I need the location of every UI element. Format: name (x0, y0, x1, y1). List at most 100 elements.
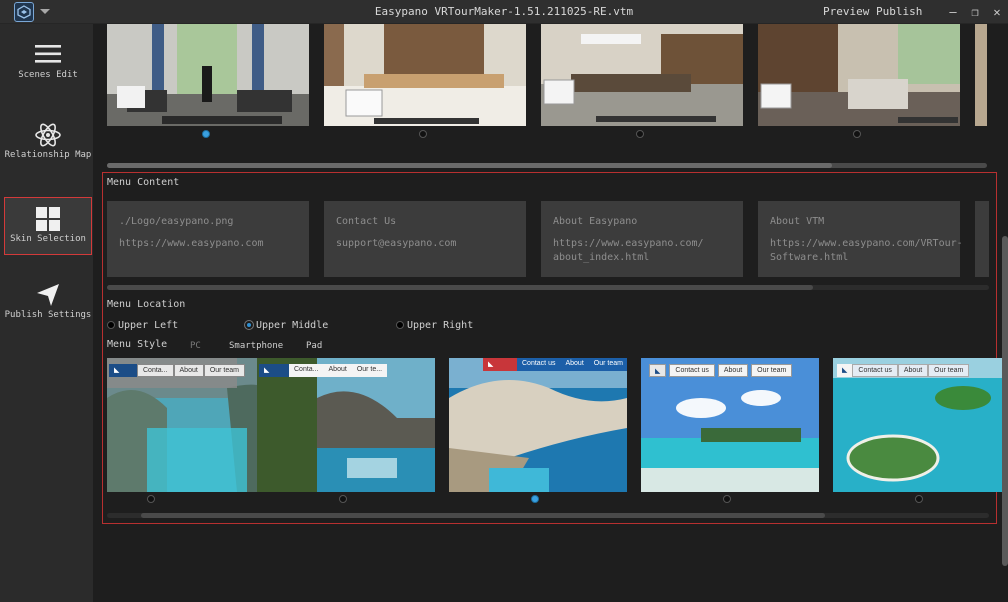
menu-card-line2: https://www.easypano.com/ (553, 238, 704, 249)
close-button[interactable]: ✕ (987, 3, 1007, 21)
tab-pc[interactable]: PC (190, 341, 201, 351)
menu-item-about-vtm-card[interactable]: About VTM https://www.easypano.com/VRTou… (758, 201, 963, 277)
skin-menu-item: About (328, 366, 347, 373)
menu-card-line1: About VTM (770, 216, 825, 227)
skin-strip-scrollbar[interactable] (107, 513, 989, 518)
menu-card-line2: support@easypano.com (336, 238, 457, 249)
skin-menu-item: About (897, 364, 929, 377)
main-vertical-scrollbar[interactable] (1002, 236, 1008, 566)
skin-logo-icon: ◣ (483, 358, 517, 371)
sidebar: Scenes Edit Relationship Map Skin Select… (0, 24, 93, 602)
radio-circle-checked-icon (245, 321, 253, 329)
skin-menu-item: Contact us (852, 364, 898, 377)
scene-strip-scrollbar[interactable] (107, 163, 987, 168)
scene-select-dot[interactable] (636, 130, 644, 138)
skin-thumbnail[interactable]: ◣ Contact us About Our team (833, 358, 1008, 492)
location-upper-right-radio[interactable]: Upper Right (396, 320, 473, 334)
menu-card-line3: Software.html (770, 252, 849, 263)
skin-select-dot[interactable] (723, 495, 731, 503)
skin-menu-item: Our team (751, 364, 793, 377)
skin-menu-item: About (565, 360, 584, 367)
skin-menu-item: About (173, 364, 204, 377)
skin-menu-bar: ◣ Contact us About Our team (649, 364, 793, 377)
radio-label: Upper Left (118, 320, 179, 331)
location-upper-middle-radio[interactable]: Upper Middle (245, 320, 328, 334)
main-content: Menu Content ./Logo/easypano.png https:/… (93, 24, 1008, 602)
menu-item-logo-card[interactable]: ./Logo/easypano.png https://www.easypano… (107, 201, 309, 277)
sidebar-item-label: Relationship Map (4, 150, 92, 160)
menu-card-line1: About Easypano (553, 216, 638, 227)
skin-menu-item: Contact us (669, 364, 715, 377)
menu-settings-panel: Menu Content ./Logo/easypano.png https:/… (102, 172, 1008, 524)
sidebar-item-label: Scenes Edit (18, 70, 78, 80)
grid-icon (5, 206, 91, 232)
skin-menu-item: Conta... (137, 364, 174, 377)
sidebar-item-label: Skin Selection (10, 234, 86, 244)
skin-select-dot[interactable] (915, 495, 923, 503)
location-upper-left-radio[interactable]: Upper Left (107, 320, 178, 334)
menu-card-line2: https://www.easypano.com (119, 238, 264, 249)
scrollbar-thumb[interactable] (107, 163, 832, 168)
scene-thumbnail[interactable] (324, 24, 526, 126)
menu-content-scrollbar[interactable] (107, 285, 989, 290)
sidebar-item-relationship-map[interactable]: Relationship Map (4, 114, 92, 172)
scene-thumbnail[interactable] (107, 24, 309, 126)
menu-card-line2: https://www.easypano.com/VRTour- (770, 238, 963, 249)
skin-thumbnail[interactable]: ◣ Conta... About Our te... (257, 358, 435, 492)
preview-button[interactable]: Preview (823, 5, 869, 18)
atom-icon (4, 122, 92, 148)
skin-select-dot[interactable] (147, 495, 155, 503)
menu-card-line1: ./Logo/easypano.png (119, 216, 234, 227)
skin-menu-item: Contact us (522, 360, 556, 367)
title-bar: Easypano VRTourMaker-1.51.211025-RE.vtm … (0, 0, 1008, 24)
tab-smartphone[interactable]: Smartphone (229, 341, 283, 351)
skin-logo-icon: ◣ (259, 364, 289, 377)
skin-menu-item: Our team (928, 364, 970, 377)
scene-select-dot[interactable] (202, 130, 210, 138)
menu-content-label: Menu Content (107, 177, 180, 188)
skin-select-dot[interactable] (339, 495, 347, 503)
send-arrow-icon (4, 282, 92, 308)
menu-card-line1: Contact Us (336, 216, 397, 227)
scene-select-dot[interactable] (853, 130, 861, 138)
menu-card-line3: about_index.html (553, 252, 650, 263)
skin-menu-bar: ◣ Conta... About Our te... (259, 364, 388, 377)
scene-strip (107, 24, 987, 138)
sidebar-item-scenes-edit[interactable]: Scenes Edit (4, 34, 92, 92)
radio-circle-icon (396, 321, 404, 329)
skin-menu-item: Our team (203, 364, 245, 377)
scene-thumbnail[interactable] (541, 24, 743, 126)
menu-lines-icon (4, 42, 92, 68)
scene-thumbnail[interactable] (975, 24, 987, 126)
skin-menu-item: About (717, 364, 749, 377)
menu-location-label: Menu Location (107, 299, 186, 310)
skin-logo-icon: ◣ (649, 364, 667, 377)
scrollbar-thumb[interactable] (107, 285, 813, 290)
skin-menu-item: Conta... (294, 366, 319, 373)
minimize-button[interactable]: — (943, 3, 963, 21)
scene-select-dot[interactable] (419, 130, 427, 138)
radio-label: Upper Middle (256, 320, 329, 331)
radio-circle-icon (107, 321, 115, 329)
menu-item-card[interactable] (975, 201, 989, 277)
scrollbar-thumb[interactable] (141, 513, 825, 518)
sidebar-item-publish-settings[interactable]: Publish Settings (4, 274, 92, 332)
scene-thumbnail[interactable] (758, 24, 960, 126)
skin-thumbnail[interactable]: ◣ Contact us About Our team (449, 358, 627, 492)
skin-logo-icon: ◣ (837, 364, 853, 377)
skin-select-dot[interactable] (531, 495, 539, 503)
menu-item-contact-card[interactable]: Contact Us support@easypano.com (324, 201, 526, 277)
menu-item-about-easypano-card[interactable]: About Easypano https://www.easypano.com/… (541, 201, 743, 277)
publish-button[interactable]: Publish (876, 5, 922, 18)
skin-menu-bar: ◣ Contact us About Our team (837, 364, 970, 377)
skin-menu-item: Our team (593, 360, 623, 367)
radio-label: Upper Right (407, 320, 474, 331)
skin-menu-item: Our te... (356, 366, 383, 373)
sidebar-item-skin-selection[interactable]: Skin Selection (4, 197, 92, 255)
skin-thumbnail[interactable]: ◣ Contact us About Our team (641, 358, 819, 492)
maximize-button[interactable]: ❐ (965, 3, 985, 21)
skin-menu-bar: ◣ Conta... About Our team (109, 364, 245, 377)
sidebar-item-label: Publish Settings (4, 310, 92, 320)
tab-pad[interactable]: Pad (306, 341, 322, 351)
skin-logo-icon: ◣ (109, 364, 137, 377)
